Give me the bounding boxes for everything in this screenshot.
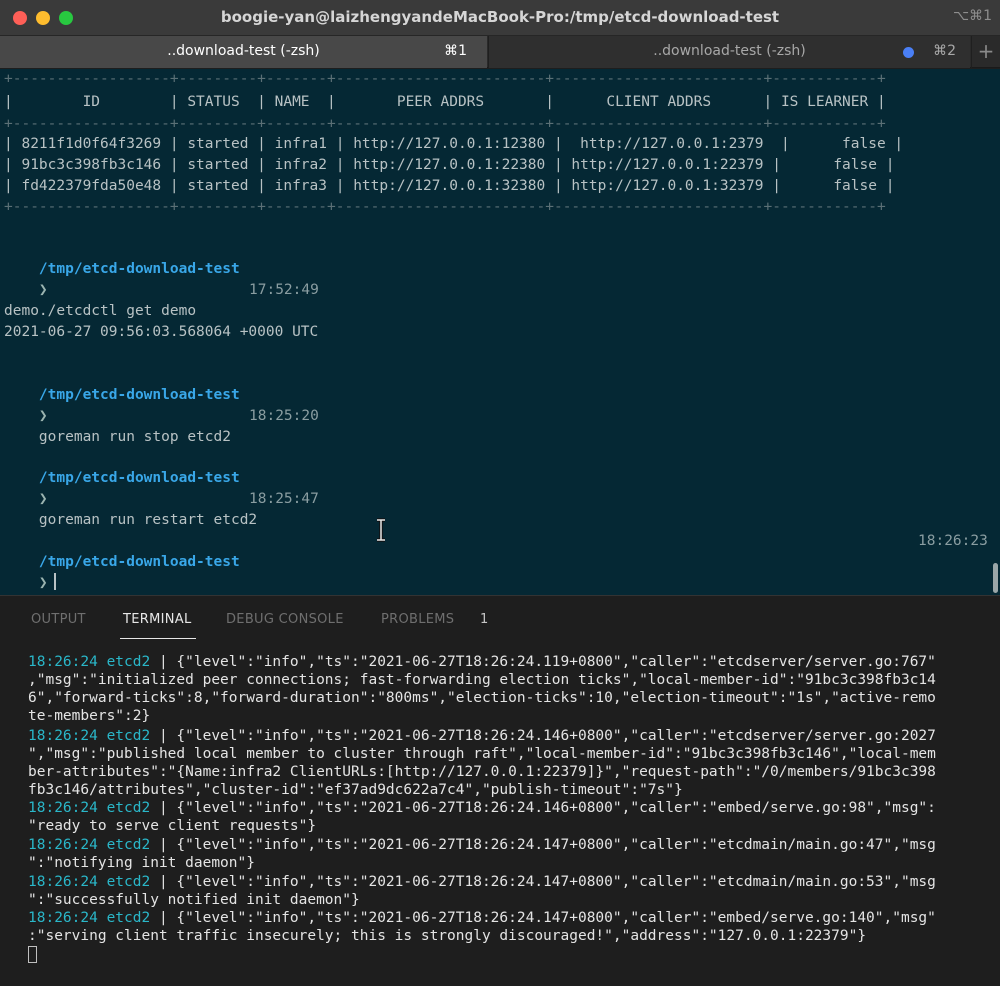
command-timestamp: 18:25:20	[249, 408, 319, 424]
log-line: 18:26:24 etcd2 | {"level":"info","ts":"2…	[28, 874, 936, 890]
tab-terminal-1[interactable]: ..download-test (-zsh) ⌘1	[0, 36, 487, 68]
text-caret	[53, 573, 56, 590]
log-line: 18:26:24 etcd2 | {"level":"info","ts":"2…	[28, 654, 936, 670]
command-output: 2021-06-27 09:56:03.568064 +0000 UTC	[4, 324, 319, 340]
log-line: "ready to serve client requests"}	[28, 818, 317, 834]
prompt-path: /tmp/etcd-download-test	[38, 470, 240, 486]
log-line: fb3c146/attributes","cluster-id":"ef37ad…	[28, 782, 683, 798]
prompt-path: /tmp/etcd-download-test	[38, 387, 240, 403]
current-time: 18:26:23	[918, 533, 988, 549]
new-tab-button[interactable]: +	[971, 36, 1000, 68]
command-output: demo	[4, 303, 39, 319]
table-border: +------------------+---------+-------+--…	[4, 199, 886, 215]
prompt-line: /tmp/etcd-download-test ❯ goreman run re…	[4, 447, 257, 528]
log-line: ","msg":"published local member to clust…	[28, 746, 936, 762]
log-line: 6","forward-ticks":8,"forward-duration":…	[28, 690, 936, 706]
log-line: ":"successfully notified init daemon"}	[28, 892, 360, 908]
terminal-scrollbar[interactable]	[993, 563, 998, 593]
terminal-block-cursor	[28, 946, 37, 963]
prompt-arrow-icon: ❯	[38, 491, 48, 507]
table-border: +------------------+---------+-------+--…	[4, 71, 886, 87]
prompt-path: /tmp/etcd-download-test	[38, 261, 240, 277]
terminal-tab-bar: ..download-test (-zsh) ⌘1 ..download-tes…	[0, 36, 1000, 68]
log-line: 18:26:24 etcd2 | {"level":"info","ts":"2…	[28, 800, 936, 816]
prompt-line: /tmp/etcd-download-test ❯ ./etcdctl get …	[4, 238, 240, 319]
command-text: goreman run restart etcd2	[38, 512, 258, 528]
prompt-arrow-icon: ❯	[38, 282, 48, 298]
window-shortcut: ⌥⌘1	[952, 8, 992, 24]
command-text: ./etcdctl get demo	[38, 303, 197, 319]
panel-terminal-output[interactable]: 18:26:24 etcd2 | {"level":"info","ts":"2…	[0, 641, 1000, 986]
window-title-bar: boogie-yan@laizhengyandeMacBook-Pro:/tmp…	[0, 0, 1000, 36]
problems-count-badge: 1	[480, 612, 489, 627]
activity-dot-icon	[903, 47, 914, 58]
tab-problems[interactable]: PROBLEMS	[381, 612, 454, 627]
prompt-arrow-icon: ❯	[38, 408, 48, 424]
log-line: ,"msg":"initialized peer connections; fa…	[28, 672, 936, 688]
tab-output[interactable]: OUTPUT	[31, 612, 86, 627]
log-line: ber-attributes":"{Name:infra2 ClientURLs…	[28, 764, 936, 780]
log-line: ":"notifying init daemon"}	[28, 855, 255, 871]
prompt-path: /tmp/etcd-download-test	[38, 554, 240, 570]
table-row: | 8211f1d0f64f3269 | started | infra1 | …	[4, 136, 904, 152]
tab-debug-console[interactable]: DEBUG CONSOLE	[226, 612, 344, 627]
prompt-arrow-icon: ❯	[38, 575, 48, 591]
table-border: +------------------+---------+-------+--…	[4, 116, 886, 132]
command-timestamp: 17:52:49	[249, 282, 319, 298]
log-line: 18:26:24 etcd2 | {"level":"info","ts":"2…	[28, 910, 936, 926]
prompt-line: /tmp/etcd-download-test ❯ goreman run st…	[4, 364, 240, 445]
log-line: te-members":2}	[28, 708, 151, 724]
tab-terminal[interactable]: TERMINAL	[123, 612, 192, 627]
table-header: | ID | STATUS | NAME | PEER ADDRS | CLIE…	[4, 94, 886, 110]
window-title: boogie-yan@laizhengyandeMacBook-Pro:/tmp…	[220, 8, 780, 26]
active-tab-indicator	[120, 638, 196, 639]
panel-tab-bar: OUTPUT TERMINAL DEBUG CONSOLE PROBLEMS 1	[0, 595, 1000, 641]
log-line: 18:26:24 etcd2 | {"level":"info","ts":"2…	[28, 837, 936, 853]
command-timestamp: 18:25:47	[249, 491, 319, 507]
tab-label: ..download-test (-zsh)	[167, 43, 320, 59]
command-text: goreman run stop etcd2	[38, 429, 231, 445]
terminal-pane[interactable]: +------------------+---------+-------+--…	[0, 69, 1000, 595]
log-line: :"serving client traffic insecurely; thi…	[28, 928, 867, 944]
tab-shortcut: ⌘1	[444, 43, 467, 59]
current-prompt-line[interactable]: /tmp/etcd-download-test ❯	[4, 531, 240, 591]
tab-label: ..download-test (-zsh)	[653, 43, 806, 59]
tab-shortcut: ⌘2	[933, 43, 956, 59]
table-row: | fd422379fda50e48 | started | infra3 | …	[4, 178, 895, 194]
ibeam-cursor-icon	[377, 518, 385, 542]
log-line: 18:26:24 etcd2 | {"level":"info","ts":"2…	[28, 728, 936, 744]
tab-terminal-2[interactable]: ..download-test (-zsh) ⌘2	[488, 36, 970, 68]
table-row: | 91bc3c398fb3c146 | started | infra2 | …	[4, 157, 895, 173]
